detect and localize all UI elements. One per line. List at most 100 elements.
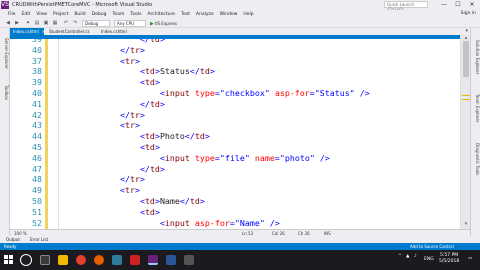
scrollbar-thumb[interactable] [463, 41, 469, 77]
change-indicator [45, 55, 48, 67]
code-text: </tr> [119, 109, 145, 120]
code-text: <tr> [119, 185, 140, 196]
firefox-icon[interactable] [94, 255, 104, 265]
back-icon[interactable]: ◀ [4, 20, 12, 27]
code-text: <td>Photo</td> [139, 131, 210, 142]
line-number: 52 [32, 217, 42, 228]
open-file-icon[interactable]: ▤ [33, 20, 41, 27]
line-number: 45 [32, 142, 42, 152]
menu-build[interactable]: Build [74, 12, 85, 17]
menu-project[interactable]: Project [53, 12, 68, 17]
menu-debug[interactable]: Debug [92, 12, 107, 17]
change-marker [462, 95, 470, 96]
toolbox-tab[interactable]: Toolbox [1, 80, 9, 104]
tray-chevron-icon[interactable]: ^ [398, 254, 402, 259]
server-explorer-tab[interactable]: Server Explorer [1, 32, 9, 76]
platform-select[interactable]: Any CPU [114, 20, 146, 27]
language-indicator[interactable]: ENG [424, 257, 434, 262]
menu-edit[interactable]: Edit [22, 12, 31, 17]
code-line[interactable]: 48 </tr> [10, 174, 460, 186]
redo-icon[interactable]: ↷ [71, 20, 79, 27]
maximize-button[interactable]: ☐ [451, 0, 465, 10]
change-indicator [45, 163, 48, 175]
run-target-label: IIS Express [155, 21, 177, 26]
chrome-icon[interactable] [76, 255, 86, 265]
editor-vertical-scrollbar[interactable]: ▴ ▾ [460, 35, 470, 229]
undo-icon[interactable]: ↶ [62, 20, 70, 27]
code-line[interactable]: 40 <input type="checkbox" asp-for="Statu… [10, 88, 460, 99]
solution-explorer-tab[interactable]: Solution Explorer [472, 32, 480, 82]
visual-studio-icon[interactable] [148, 255, 158, 265]
code-line[interactable]: 45 <td> [10, 142, 460, 153]
sign-in-link[interactable]: Sign in [461, 11, 476, 16]
notifications-icon[interactable]: ▭ [468, 256, 472, 261]
menu-view[interactable]: View [36, 12, 47, 17]
minimize-button[interactable]: — [437, 0, 451, 10]
file-explorer-icon[interactable] [58, 255, 68, 265]
quick-launch-input[interactable]: Quick Launch (Ctrl+Q) [384, 1, 428, 12]
menu-team[interactable]: Team [112, 12, 124, 17]
code-text: </tr> [119, 174, 145, 185]
change-indicator [45, 174, 48, 186]
search-icon[interactable] [20, 254, 32, 266]
code-text: <td>Status</td> [139, 66, 215, 77]
line-number: 39 [32, 77, 42, 88]
tab-error-list[interactable]: Error List [30, 237, 48, 242]
menu-analyze[interactable]: Analyze [196, 12, 214, 17]
app-icon[interactable] [166, 255, 176, 265]
tab-student-controller[interactable]: StudentController.cs [46, 28, 96, 35]
save-all-icon[interactable]: ▦ [51, 20, 59, 27]
code-line[interactable]: 44 <td>Photo</td> [10, 131, 460, 142]
code-line[interactable]: 40 </tr> [10, 44, 460, 56]
code-line[interactable]: 37 <tr> [10, 55, 460, 67]
add-to-source-control-button[interactable]: Add to Source Control [410, 244, 454, 249]
code-text: <input asp-for="Name" /> [159, 217, 280, 228]
diagnostic-tools-tab[interactable]: Diagnostic Tools [472, 134, 480, 184]
task-view-icon[interactable] [40, 255, 50, 265]
close-tab-icon[interactable]: × [42, 29, 45, 34]
code-line[interactable]: 47 </td> [10, 163, 460, 175]
taskbar-clock[interactable]: 5:57 PM 5/5/2018 [439, 253, 459, 265]
tab-index-cshtml[interactable]: Index.cshtml [98, 28, 132, 35]
close-button[interactable]: ✕ [465, 0, 479, 10]
code-line[interactable]: 46 <input type="file" name="photo" /> [10, 152, 460, 164]
menu-help[interactable]: Help [243, 12, 253, 17]
right-tool-rail: Solution Explorer Team Explorer Diagnost… [470, 28, 480, 236]
menu-window[interactable]: Window [220, 12, 238, 17]
volume-icon[interactable]: ♪ [414, 254, 417, 259]
menu-file[interactable]: File [8, 12, 16, 17]
windows-start-icon[interactable] [4, 255, 14, 265]
change-marker [462, 99, 470, 100]
code-line[interactable]: 50 <td>Name</td> [10, 196, 460, 207]
tab-overflow-icon[interactable]: ▾ [465, 28, 468, 35]
code-editor[interactable]: 39 </td> 40 </tr> 37 <tr> 38 <td>Status</td… [10, 39, 460, 229]
menu-test[interactable]: Test [181, 12, 190, 17]
app-icon[interactable] [184, 255, 194, 265]
configuration-select[interactable]: Debug [82, 20, 110, 27]
tab-index-cshtml-active[interactable]: Index.cshtml × [10, 28, 45, 35]
start-debugging-button[interactable]: ▶ IIS Express [150, 20, 177, 27]
code-line[interactable]: 51 <td> [10, 206, 460, 218]
code-text: <tr> [119, 120, 140, 131]
code-line[interactable]: 49 <tr> [10, 185, 460, 196]
code-line[interactable]: 43 <tr> [10, 120, 460, 132]
change-indicator [45, 206, 48, 218]
code-line[interactable]: 38 <td>Status</td> [10, 66, 460, 78]
team-explorer-tab[interactable]: Team Explorer [472, 86, 480, 130]
menu-architecture[interactable]: Architecture [147, 12, 175, 17]
network-icon[interactable]: ▲ [406, 254, 409, 259]
code-line[interactable]: 52 <input asp-for="Name" /> [10, 217, 460, 229]
visual-studio-logo-icon: VS [1, 1, 9, 9]
code-line[interactable]: 39 <td> [10, 77, 460, 88]
tab-output[interactable]: Output [6, 237, 20, 242]
app-icon[interactable] [130, 255, 140, 265]
code-text: <tr> [119, 55, 140, 66]
save-icon[interactable]: ▣ [42, 20, 50, 27]
change-indicator [45, 77, 48, 88]
menu-tools[interactable]: Tools [130, 12, 141, 17]
forward-icon[interactable]: ▶ [13, 20, 21, 27]
code-line[interactable]: 42 </tr> [10, 109, 460, 121]
code-line[interactable]: 41 </td> [10, 98, 460, 110]
app-icon[interactable] [112, 255, 122, 265]
new-project-icon[interactable]: ✦ [24, 20, 32, 27]
